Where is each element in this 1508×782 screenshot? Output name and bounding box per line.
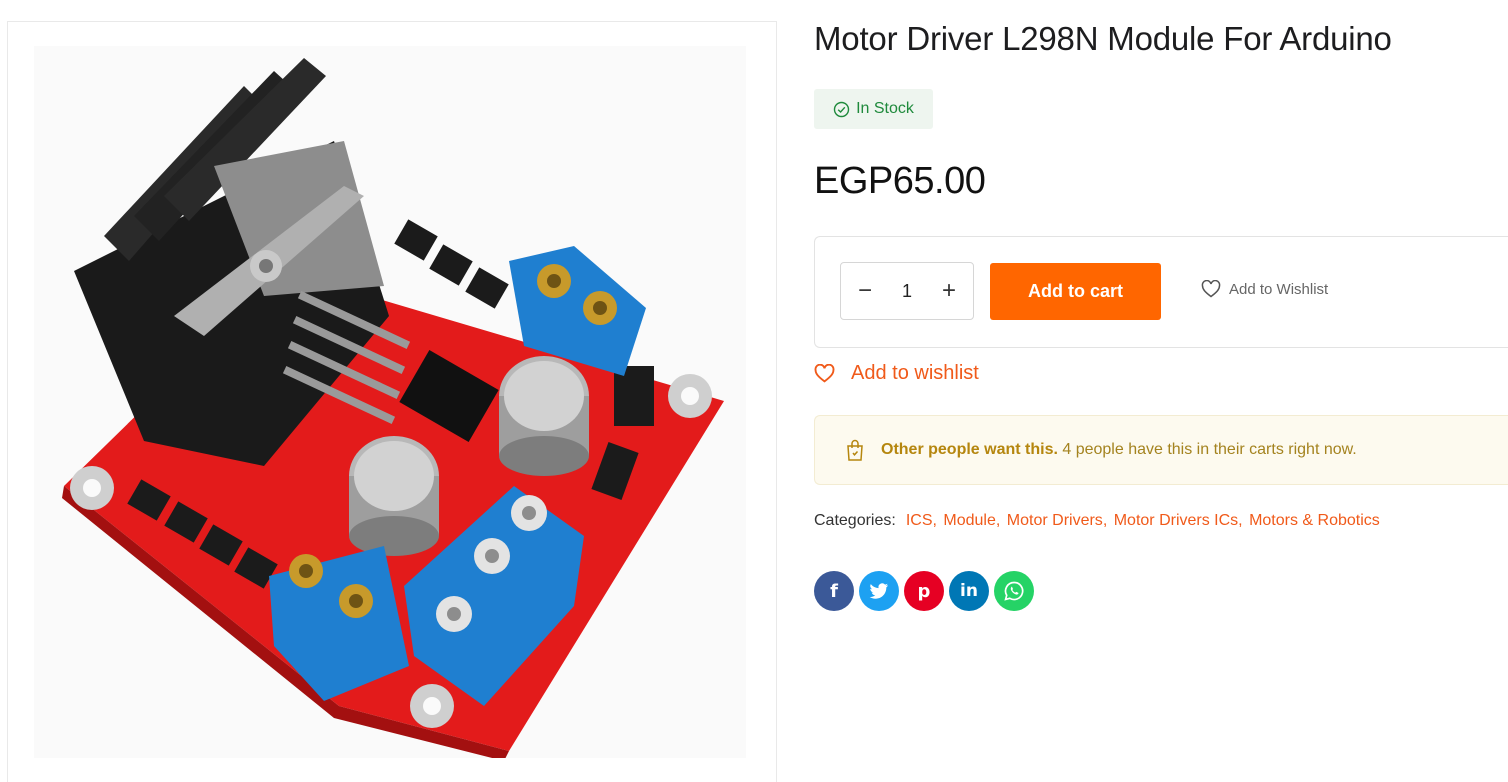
add-to-wishlist-label: Add to Wishlist bbox=[1229, 280, 1329, 298]
add-to-wishlist-link[interactable]: Add to wishlist bbox=[814, 362, 979, 385]
category-link[interactable]: Motor Drivers ICs bbox=[1114, 512, 1238, 529]
category-link[interactable]: ICS bbox=[906, 512, 933, 529]
product-categories: Categories: ICS, Module, Motor Drivers, M… bbox=[814, 512, 1380, 529]
category-link[interactable]: Module bbox=[943, 512, 995, 529]
product-price: EGP65.00 bbox=[814, 160, 986, 202]
add-to-cart-button[interactable]: Add to cart bbox=[990, 263, 1161, 320]
social-share: f p in bbox=[814, 571, 1034, 611]
linkedin-icon[interactable]: in bbox=[949, 571, 989, 611]
product-summary: Motor Driver L298N Module For Arduino In… bbox=[814, 0, 1508, 765]
notice-text: 4 people have this in their carts right … bbox=[1062, 441, 1357, 458]
add-to-wishlist-link-label: Add to wishlist bbox=[851, 362, 979, 384]
stock-badge: In Stock bbox=[814, 89, 933, 129]
cart-notice: Other people want this. 4 people have th… bbox=[814, 415, 1508, 485]
quantity-input[interactable]: 1 bbox=[902, 281, 912, 302]
notice-title: Other people want this. bbox=[881, 441, 1058, 458]
pinterest-icon[interactable]: p bbox=[904, 571, 944, 611]
facebook-icon[interactable]: f bbox=[814, 571, 854, 611]
whatsapp-icon[interactable] bbox=[994, 571, 1034, 611]
category-link[interactable]: Motor Drivers bbox=[1007, 512, 1103, 529]
categories-label: Categories: bbox=[814, 512, 896, 529]
heart-icon bbox=[814, 364, 835, 383]
product-title: Motor Driver L298N Module For Arduino bbox=[814, 20, 1392, 57]
decrease-quantity-button[interactable]: − bbox=[855, 279, 875, 303]
quantity-stepper[interactable]: − 1 + bbox=[840, 262, 974, 320]
heart-icon bbox=[1201, 280, 1221, 298]
twitter-icon[interactable] bbox=[859, 571, 899, 611]
product-gallery[interactable] bbox=[7, 21, 777, 782]
add-to-cart-form: − 1 + Add to cart Add to Wishlist bbox=[814, 236, 1508, 348]
shopping-bag-icon bbox=[847, 439, 863, 461]
check-circle-icon bbox=[833, 101, 850, 117]
increase-quantity-button[interactable]: + bbox=[939, 279, 959, 303]
add-to-wishlist-button[interactable]: Add to Wishlist bbox=[1201, 280, 1328, 298]
category-link[interactable]: Motors & Robotics bbox=[1249, 512, 1380, 529]
stock-label: In Stock bbox=[856, 100, 914, 117]
product-image[interactable] bbox=[34, 46, 746, 758]
